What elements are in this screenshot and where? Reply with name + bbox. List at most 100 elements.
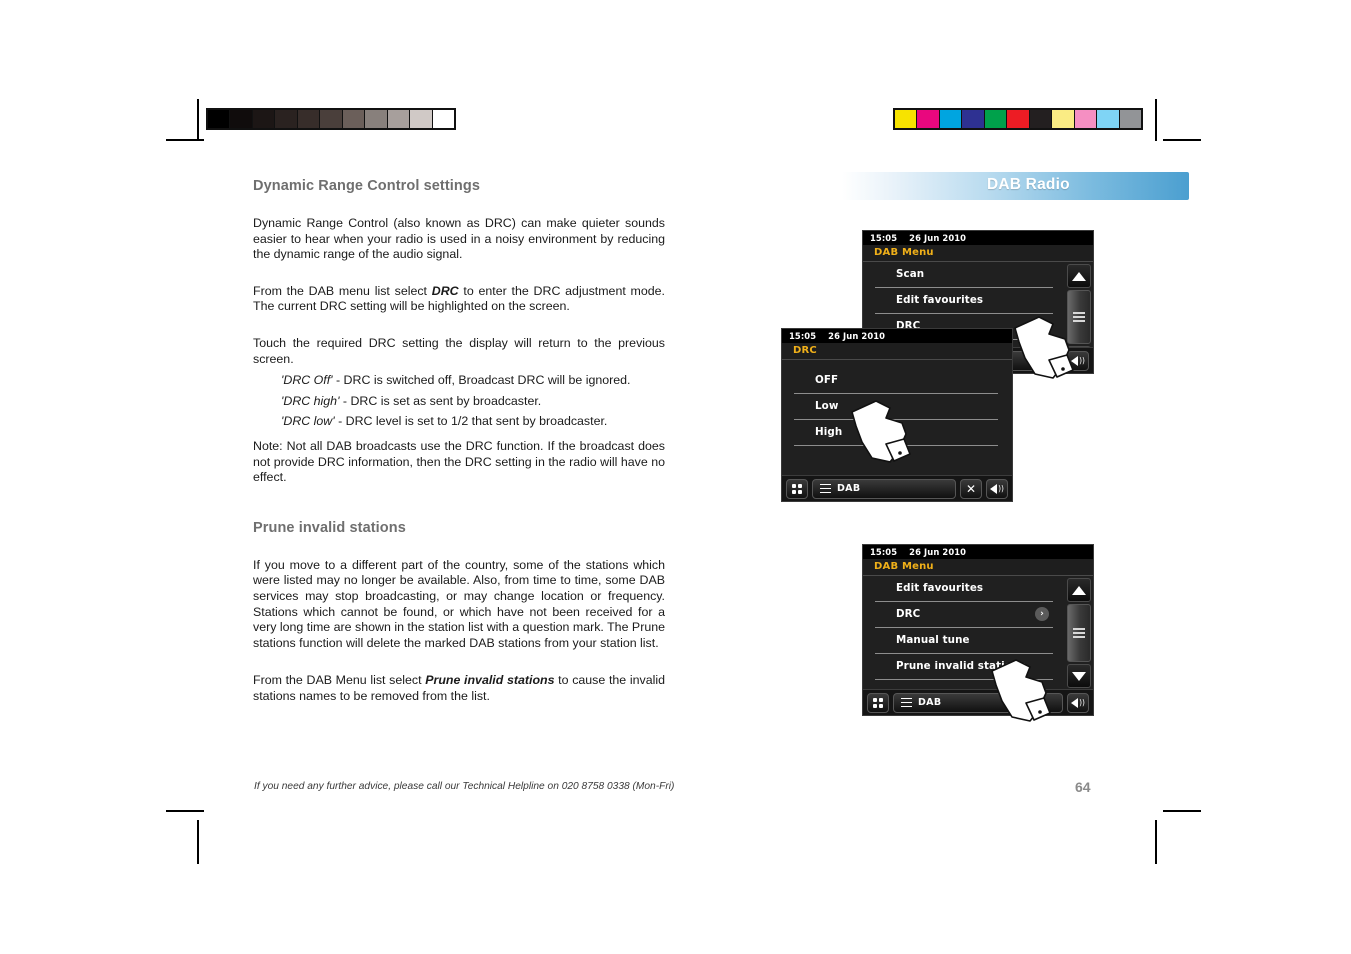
paragraph-drc-touch: Touch the required DRC setting the displ…	[253, 335, 665, 366]
hamburger-icon	[820, 482, 831, 496]
grayscale-calibration-bar	[206, 108, 456, 130]
page-title-dynamic-range-control: Dynamic Range Control settings	[253, 178, 480, 194]
p5-before: From the DAB Menu list select	[253, 673, 426, 688]
crop-mark-bottom-right-horizontal	[1163, 810, 1201, 812]
bullet-term-drc-off: 'DRC Off'	[281, 373, 333, 388]
speaker-icon[interactable]: ))	[986, 478, 1008, 499]
status-date: 26 Jun 2010	[909, 233, 967, 243]
drc-option-low[interactable]: Low	[794, 394, 998, 420]
color-swatch	[1007, 110, 1030, 128]
scroll-up-arrow-icon[interactable]	[1067, 578, 1091, 602]
status-bar: 15:05 26 Jun 2010	[863, 231, 1093, 245]
dab-radio-header-title: DAB Radio	[987, 176, 1070, 193]
speaker-icon[interactable]: ))	[1067, 692, 1089, 713]
screen-title: DAB Menu	[863, 559, 1093, 576]
color-calibration-bar	[893, 108, 1143, 130]
drc-option-off[interactable]: OFF	[794, 368, 998, 394]
status-time: 15:05	[789, 331, 817, 341]
bullet-rest-drc-off: - DRC is switched off, Broadcast DRC wil…	[332, 373, 631, 388]
paragraph-drc-intro: Dynamic Range Control (also known as DRC…	[253, 216, 665, 262]
scroll-up-arrow-icon[interactable]	[1067, 264, 1091, 288]
bullet-drc-low: 'DRC low' - DRC level is set to 1/2 that…	[253, 414, 665, 430]
color-swatch	[1029, 110, 1053, 128]
color-swatch	[1052, 110, 1075, 128]
drc-option-label: High	[815, 426, 843, 438]
grayscale-swatch	[387, 110, 411, 128]
chevron-right-icon[interactable]: ›	[1035, 319, 1049, 333]
crop-mark-top-right-vertical	[1155, 99, 1157, 141]
toolbar-mode-label: DAB	[918, 697, 942, 708]
screen-dab-menu-scrolled: 15:05 26 Jun 2010 DAB Menu Edit favourite…	[862, 544, 1094, 716]
bottom-toolbar: DAB ✕ ))	[782, 475, 1012, 501]
grayscale-swatch	[230, 110, 253, 128]
color-swatch	[1097, 110, 1120, 128]
crop-mark-top-left-vertical	[197, 99, 199, 141]
toolbar-mode-button[interactable]: DAB	[893, 692, 1063, 713]
menu-item-label: Manual tune	[896, 634, 970, 646]
status-bar: 15:05 26 Jun 2010	[782, 329, 1012, 343]
grayscale-swatch	[320, 110, 343, 128]
color-swatch	[895, 110, 918, 128]
drc-option-high[interactable]: High	[794, 420, 998, 446]
crop-mark-bottom-right-vertical	[1155, 820, 1157, 864]
grayscale-swatch	[432, 110, 454, 128]
grayscale-swatch	[275, 110, 298, 128]
close-icon[interactable]: ✕	[960, 478, 982, 499]
scrollbar[interactable]	[1067, 578, 1091, 688]
color-swatch	[984, 110, 1008, 128]
scroll-grip-icon[interactable]	[1067, 604, 1091, 662]
menu-item-label: Edit favourites	[896, 294, 984, 306]
grayscale-swatch	[208, 110, 231, 128]
menu-list: Edit favourites DRC › Manual tune Prune …	[863, 576, 1063, 680]
grayscale-swatch	[342, 110, 366, 128]
color-swatch	[917, 110, 940, 128]
dab-radio-section-header: DAB Radio	[842, 172, 1189, 200]
menu-item-label: Prune invalid stations	[896, 660, 1026, 672]
article-text-column: Dynamic Range Control settings Dynamic R…	[253, 178, 665, 725]
crop-mark-top-left-horizontal	[166, 139, 204, 141]
drc-options-list: OFF Low High	[782, 368, 1012, 446]
grid-icon[interactable]	[786, 478, 808, 499]
toolbar-mode-button[interactable]: DAB	[812, 478, 956, 499]
bottom-toolbar: DAB ))	[863, 689, 1093, 715]
crop-mark-bottom-left-vertical	[197, 820, 199, 864]
paragraph-prune-select: From the DAB Menu list select Prune inva…	[253, 673, 665, 704]
screen-title: DAB Menu	[863, 245, 1093, 262]
menu-item-edit-favourites[interactable]: Edit favourites	[875, 288, 1053, 314]
status-time: 15:05	[870, 233, 898, 243]
menu-item-manual-tune[interactable]: Manual tune	[875, 628, 1053, 654]
color-swatch	[939, 110, 963, 128]
crop-mark-bottom-left-horizontal	[166, 810, 204, 812]
bullet-drc-off: 'DRC Off' - DRC is switched off, Broadca…	[253, 373, 665, 389]
footer-helpline-note: If you need any further advice, please c…	[254, 781, 675, 792]
bullet-term-drc-high: 'DRC high'	[281, 393, 340, 408]
toolbar-mode-label: DAB	[837, 483, 861, 494]
menu-item-scan[interactable]: Scan	[875, 262, 1053, 288]
bullet-rest-drc-low: - DRC level is set to 1/2 that sent by b…	[334, 414, 608, 429]
grid-icon[interactable]	[867, 692, 889, 713]
grayscale-swatch	[297, 110, 321, 128]
grayscale-swatch	[365, 110, 388, 128]
chevron-right-icon[interactable]: ›	[1035, 607, 1049, 621]
page-title-prune-invalid-stations: Prune invalid stations	[253, 519, 406, 536]
status-bar: 15:05 26 Jun 2010	[863, 545, 1093, 559]
p2-bold-drc: DRC	[431, 283, 459, 298]
scroll-down-arrow-icon[interactable]	[1067, 664, 1091, 688]
speaker-icon[interactable]: ))	[1067, 350, 1089, 371]
scroll-grip-icon[interactable]	[1067, 290, 1091, 344]
menu-item-label: Scan	[896, 268, 925, 280]
menu-item-drc[interactable]: DRC ›	[875, 602, 1053, 628]
drc-option-label: Low	[815, 400, 839, 412]
screen-drc: 15:05 26 Jun 2010 DRC OFF Low High DAB ✕ …	[781, 328, 1013, 502]
paragraph-drc-note: Note: Not all DAB broadcasts use the DRC…	[253, 438, 665, 485]
menu-item-label: DRC	[896, 608, 921, 620]
menu-item-prune-invalid-stations[interactable]: Prune invalid stations	[875, 654, 1053, 680]
p5-bold-prune: Prune invalid stations	[425, 673, 555, 688]
menu-item-edit-favourites[interactable]: Edit favourites	[875, 576, 1053, 602]
paragraph-prune-intro: If you move to a different part of the c…	[253, 557, 665, 650]
bullet-rest-drc-high: - DRC is set as sent by broadcaster.	[339, 393, 542, 408]
drc-option-label: OFF	[815, 374, 839, 386]
grayscale-swatch	[410, 110, 433, 128]
menu-item-label: Edit favourites	[896, 582, 984, 594]
back-arrow-icon[interactable]: ↵	[1041, 350, 1063, 371]
